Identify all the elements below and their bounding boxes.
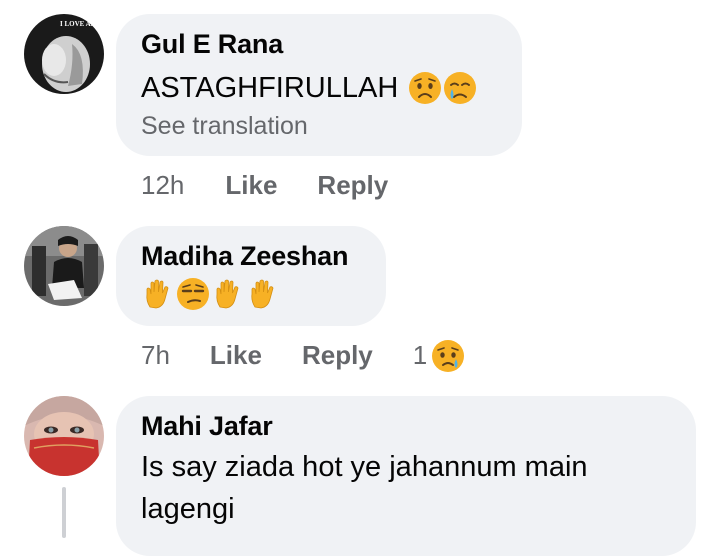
avatar[interactable]	[24, 396, 104, 476]
comment-bubble: Gul E Rana ASTAGHFIRULLAH See translatio…	[116, 14, 522, 156]
reaction-count: 1	[412, 339, 428, 370]
raised-hand-icon	[246, 277, 280, 311]
comment-actions: 12h Like Reply	[141, 170, 388, 201]
avatar[interactable]: I LOVE Allah	[24, 14, 104, 94]
crying-face-icon	[443, 71, 477, 105]
comment-text-row: ASTAGHFIRULLAH	[141, 68, 498, 108]
raised-hand-icon	[141, 277, 175, 311]
comment-author[interactable]: Mahi Jafar	[141, 410, 672, 442]
reply-button[interactable]: Reply	[317, 170, 388, 201]
worried-face-icon	[408, 71, 442, 105]
comment-emoji-row	[141, 276, 362, 312]
comment-time[interactable]: 7h	[141, 340, 170, 371]
sad-reaction-icon	[431, 339, 465, 372]
see-translation-link[interactable]: See translation	[141, 110, 498, 142]
comment-bubble: Mahi Jafar Is say ziada hot ye jahannum …	[116, 396, 696, 556]
raised-hand-icon	[211, 277, 245, 311]
comment-bubble: Madiha Zeeshan	[116, 226, 386, 326]
like-button[interactable]: Like	[225, 170, 277, 201]
like-button[interactable]: Like	[210, 340, 262, 371]
comment-author[interactable]: Madiha Zeeshan	[141, 240, 362, 272]
unamused-face-icon	[176, 277, 210, 311]
avatar-image: I LOVE Allah	[24, 14, 104, 94]
avatar[interactable]	[24, 226, 104, 306]
reaction-summary[interactable]: 1	[412, 339, 465, 372]
thread-line	[62, 487, 66, 538]
avatar-image	[24, 226, 104, 306]
comment-text: Is say ziada hot ye jahannum main lageng…	[141, 451, 588, 525]
avatar-caption: I LOVE Allah	[60, 20, 102, 28]
reply-button[interactable]: Reply	[302, 340, 373, 371]
avatar-image	[24, 396, 104, 476]
comment-actions: 7h Like Reply 1	[141, 339, 465, 372]
comment-time[interactable]: 12h	[141, 170, 184, 201]
comment-text: ASTAGHFIRULLAH	[141, 72, 399, 104]
comment-author[interactable]: Gul E Rana	[141, 28, 498, 60]
